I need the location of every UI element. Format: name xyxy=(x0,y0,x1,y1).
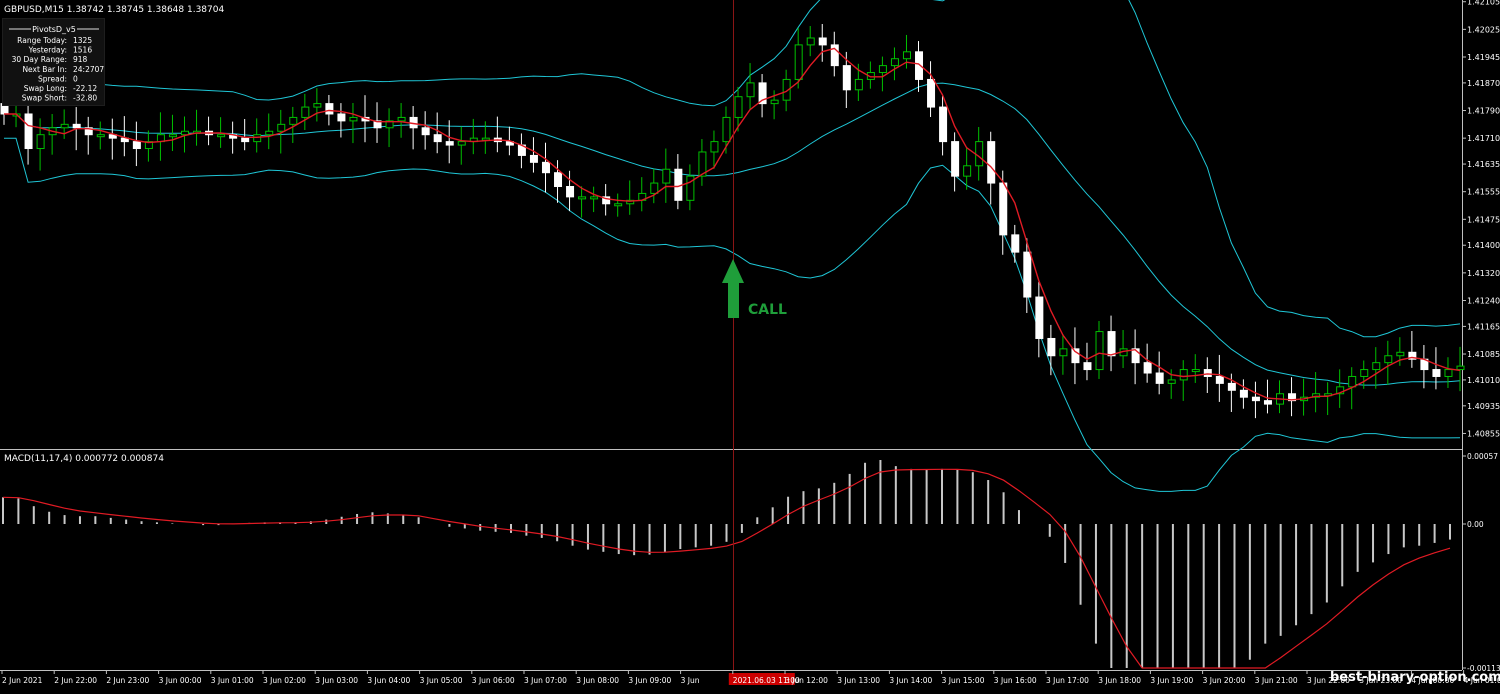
price-tick-label: 1.41165 xyxy=(1467,322,1500,331)
time-tick-label: 3 Jun 21:00 xyxy=(1255,676,1298,685)
price-tick-label: 1.41945 xyxy=(1467,53,1500,62)
pivot-value: 1516 xyxy=(73,46,92,55)
price-tick-label: 1.41240 xyxy=(1467,296,1500,305)
pivot-value: 1325 xyxy=(73,36,92,45)
price-tick-label: 1.41400 xyxy=(1467,241,1500,250)
time-tick-label: 2 Jun 22:00 xyxy=(54,676,97,685)
time-tick-label: 3 Jun 03:00 xyxy=(315,676,358,685)
time-tick-label: 2 Jun 2021 xyxy=(2,676,43,685)
macd-tick-label: 0.00057 xyxy=(1467,452,1498,461)
price-tick-label: 1.40855 xyxy=(1467,429,1500,438)
time-tick-label: 3 Jun 14:00 xyxy=(889,676,932,685)
time-tick-label: 3 Jun 20:00 xyxy=(1203,676,1246,685)
pivot-value: 918 xyxy=(73,55,88,64)
pivot-value: -22.12 xyxy=(73,84,97,93)
time-tick-label: 3 Jun 07:00 xyxy=(524,676,567,685)
price-chart[interactable]: 1.42105 1.42025 1.41945 1.41870 1.41790 1.417… xyxy=(0,0,1500,690)
time-tick-label: 3 Jun 19:00 xyxy=(1150,676,1193,685)
pivots-info-panel: PivotsD_v5 Range Today: 1325 Yesterday: 151… xyxy=(2,18,136,106)
pivot-value: -32.80 xyxy=(73,94,97,103)
time-tick-label: 3 Jun 01:00 xyxy=(211,676,254,685)
pivot-label: Swap Short: xyxy=(22,94,67,103)
price-tick-label: 1.41635 xyxy=(1467,160,1500,169)
time-tick-label: 3 Jun 08:00 xyxy=(576,676,619,685)
pivot-value: 0 xyxy=(73,74,78,83)
time-tick-label: 3 Jun 02:00 xyxy=(263,676,306,685)
time-tick-label: 3 Jun 13:00 xyxy=(837,676,880,685)
price-tick-label: 1.41320 xyxy=(1467,269,1500,278)
pivot-label: Yesterday: xyxy=(28,46,67,55)
watermark: best-binary-option.com xyxy=(1330,670,1500,685)
price-tick-label: 1.41790 xyxy=(1467,107,1500,116)
price-tick-label: 1.41710 xyxy=(1467,134,1500,143)
pivot-label: 30 Day Range: xyxy=(12,55,67,64)
price-tick-label: 1.41085 xyxy=(1467,350,1500,359)
pivot-value: 24:27070035:00 xyxy=(73,65,104,74)
time-tick-label: 3 Jun 04:00 xyxy=(367,676,410,685)
time-tick-label: 3 Jun 05:00 xyxy=(420,676,463,685)
time-tick-label: 3 Jun 16:00 xyxy=(994,676,1037,685)
pivot-label: Next Bar In: xyxy=(22,65,67,74)
time-tick-label: 3 Jun 06:00 xyxy=(472,676,515,685)
macd-tick-label: 0.00 xyxy=(1467,520,1484,529)
pivot-label: Range Today: xyxy=(17,36,67,45)
time-tick-label: 3 Jun 00:00 xyxy=(159,676,202,685)
time-tick-label: 3 Jun 17:00 xyxy=(1046,676,1089,685)
chart-window[interactable]: 1.42105 1.42025 1.41945 1.41870 1.41790 1.417… xyxy=(0,0,1500,690)
price-tick-label: 1.42025 xyxy=(1467,25,1500,34)
chart-title: GBPUSD,M15 1.38742 1.38745 1.38648 1.387… xyxy=(4,5,224,15)
pivot-label: Swap Long: xyxy=(24,84,67,93)
price-tick-label: 1.40935 xyxy=(1467,402,1500,411)
macd-indicator-label: MACD(11,17,4) 0.000772 0.000874 xyxy=(4,454,164,464)
pivot-label: Spread: xyxy=(38,74,67,83)
time-tick-label: 2 Jun 23:00 xyxy=(106,676,149,685)
pivots-header: PivotsD_v5 xyxy=(32,25,76,34)
time-tick-label: 3 Jun 18:00 xyxy=(1098,676,1141,685)
time-tick-label: 3 Jun 09:00 xyxy=(628,676,671,685)
time-tick-label: 3 Jun 15:00 xyxy=(942,676,985,685)
price-tick-label: 1.41010 xyxy=(1467,376,1500,385)
call-signal-label: CALL xyxy=(748,302,787,318)
price-tick-label: 1.41555 xyxy=(1467,188,1500,197)
price-tick-label: 1.41870 xyxy=(1467,79,1500,88)
price-tick-label: 1.42105 xyxy=(1467,0,1500,7)
time-tick-label: 3 Jun 12:00 xyxy=(785,676,828,685)
price-tick-label: 1.41475 xyxy=(1467,215,1500,224)
time-tick-label: 3 Jun xyxy=(681,676,700,685)
